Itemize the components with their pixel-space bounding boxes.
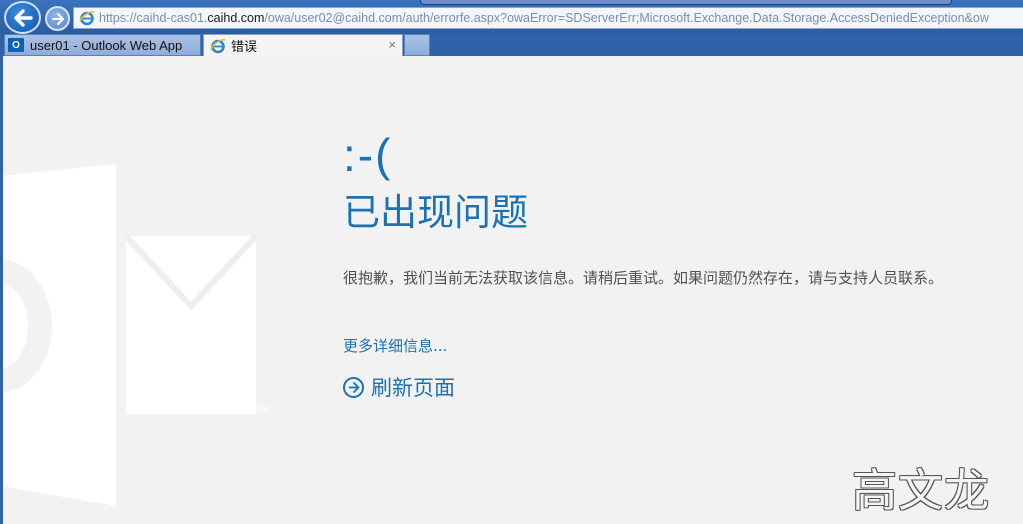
url-host-domain: caihd.com <box>207 11 265 25</box>
tab-label: user01 - Outlook Web App <box>30 37 183 53</box>
url-path: /owa/user02@caihd.com/auth/errorfe.aspx?… <box>264 11 989 25</box>
url-host-prefix: https://caihd-cas01. <box>99 11 208 25</box>
arrow-right-icon <box>51 12 64 25</box>
signature-watermark: 高文龙 <box>852 464 991 517</box>
refresh-page-label: 刷新页面 <box>371 376 455 400</box>
browser-chrome: https://caihd-cas01.caihd.com/owa/user02… <box>0 0 1023 56</box>
sad-face-emoticon: :-( <box>343 129 393 181</box>
more-details-link[interactable]: 更多详细信息... <box>343 335 447 356</box>
outlook-icon: O <box>8 38 24 52</box>
svg-text:TM: TM <box>256 404 269 414</box>
error-message: 很抱歉，我们当前无法获取该信息。请稍后重试。如果问题仍然存在，请与支持人员联系。 <box>343 269 944 287</box>
address-url: https://caihd-cas01.caihd.com/owa/user02… <box>99 11 989 25</box>
back-button[interactable] <box>4 1 41 34</box>
ie-icon <box>210 38 226 53</box>
error-page: TM :-( 已出现问题 很抱歉，我们当前无法获取该信息。请稍后重试。如果问题仍… <box>0 56 1023 524</box>
outlook-logo-watermark: TM <box>0 164 269 506</box>
ie-icon <box>79 11 95 26</box>
forward-button[interactable] <box>45 6 70 31</box>
new-tab-button[interactable] <box>404 34 430 56</box>
window-edge <box>0 56 3 524</box>
close-icon[interactable]: × <box>388 37 396 52</box>
arrow-left-icon <box>13 8 33 27</box>
address-bar[interactable]: https://caihd-cas01.caihd.com/owa/user02… <box>73 7 1023 29</box>
arrow-circle-right-icon <box>343 376 364 398</box>
tab-strip: O user01 - Outlook Web App 错误 × <box>0 34 1023 56</box>
refresh-page-link[interactable]: 刷新页面 <box>343 372 455 402</box>
tab-label: 错误 <box>231 39 258 54</box>
tab-error[interactable]: 错误 × <box>203 34 403 56</box>
title-bar-handle <box>420 0 952 5</box>
tab-outlook[interactable]: O user01 - Outlook Web App <box>4 34 201 56</box>
error-heading: 已出现问题 <box>343 191 528 234</box>
title-bar: https://caihd-cas01.caihd.com/owa/user02… <box>0 0 1023 34</box>
